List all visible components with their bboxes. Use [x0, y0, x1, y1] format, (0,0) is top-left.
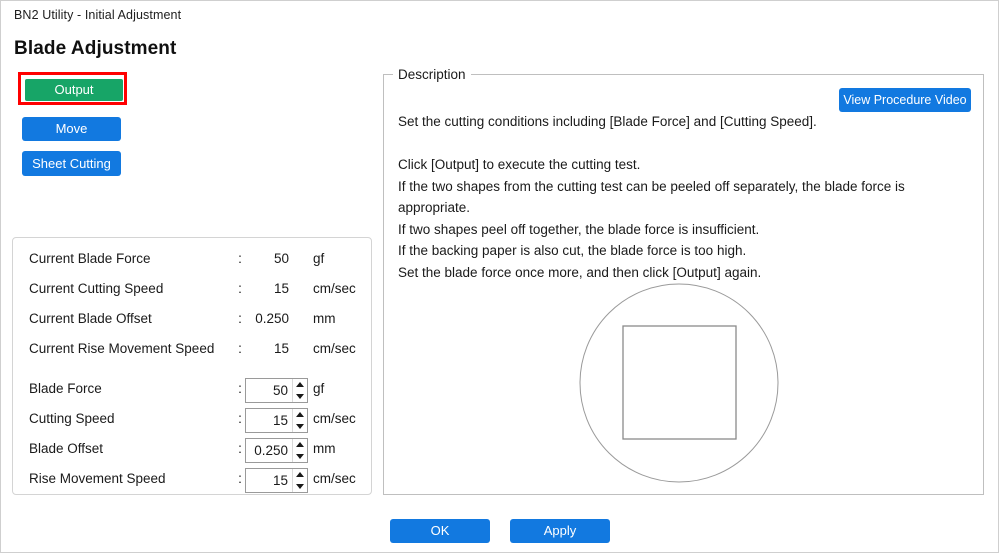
- current-rise-movement-speed-label: Current Rise Movement Speed: [29, 341, 215, 356]
- blade-offset-label: Blade Offset: [29, 441, 104, 456]
- triangle-up-icon[interactable]: [293, 469, 308, 480]
- table-row: Current Blade Offset : 0.250 mm: [13, 311, 371, 331]
- description-text: Set the cutting conditions including [Bl…: [398, 114, 905, 280]
- row-separator: :: [238, 471, 242, 486]
- table-row: Cutting Speed : cm/sec: [13, 408, 371, 433]
- blade-offset-input[interactable]: [246, 439, 291, 462]
- table-row: Current Cutting Speed : 15 cm/sec: [13, 281, 371, 301]
- current-cutting-speed-value: 15: [273, 281, 289, 296]
- current-cutting-speed-unit: cm/sec: [313, 281, 356, 296]
- cutting-test-shapes-diagram: [579, 283, 779, 483]
- output-button-focus-ring: Output: [18, 72, 127, 105]
- table-row: Current Rise Movement Speed : 15 cm/sec: [13, 341, 371, 361]
- triangle-up-icon[interactable]: [293, 439, 308, 450]
- current-rise-movement-speed-value: 15: [273, 341, 289, 356]
- description-legend: Description: [393, 67, 471, 82]
- current-blade-force-label: Current Blade Force: [29, 251, 151, 266]
- blade-force-label: Blade Force: [29, 381, 102, 396]
- current-cutting-speed-label: Current Cutting Speed: [29, 281, 164, 296]
- current-blade-force-value: 50: [273, 251, 289, 266]
- table-row: Current Blade Force : 50 gf: [13, 251, 371, 271]
- table-row: Blade Offset : mm: [13, 438, 371, 463]
- apply-button[interactable]: Apply: [510, 519, 610, 543]
- table-row: Rise Movement Speed : cm/sec: [13, 468, 371, 493]
- triangle-down-icon[interactable]: [293, 451, 308, 462]
- row-separator: :: [238, 411, 242, 426]
- cutting-speed-label: Cutting Speed: [29, 411, 115, 426]
- current-blade-offset-unit: mm: [313, 311, 336, 326]
- move-button[interactable]: Move: [22, 117, 121, 141]
- row-separator: :: [238, 441, 242, 456]
- triangle-down-icon[interactable]: [293, 481, 308, 492]
- blade-offset-spinner-buttons[interactable]: [292, 439, 307, 462]
- current-blade-offset-value: 0.250: [255, 311, 289, 326]
- rise-movement-speed-unit: cm/sec: [313, 471, 356, 486]
- window-title: BN2 Utility - Initial Adjustment: [14, 8, 182, 22]
- triangle-down-icon[interactable]: [293, 421, 308, 432]
- rise-movement-speed-label: Rise Movement Speed: [29, 471, 166, 486]
- page-title: Blade Adjustment: [14, 38, 177, 59]
- current-rise-movement-speed-unit: cm/sec: [313, 341, 356, 356]
- blade-adjustment-dialog: BN2 Utility - Initial Adjustment Blade A…: [0, 0, 999, 553]
- cutting-speed-stepper[interactable]: [245, 408, 308, 433]
- triangle-up-icon[interactable]: [293, 379, 308, 390]
- blade-offset-stepper[interactable]: [245, 438, 308, 463]
- triangle-down-icon[interactable]: [293, 391, 308, 402]
- ok-button[interactable]: OK: [390, 519, 490, 543]
- blade-force-spinner-buttons[interactable]: [292, 379, 307, 402]
- current-blade-force-unit: gf: [313, 251, 325, 266]
- cutting-speed-unit: cm/sec: [313, 411, 356, 426]
- circle-shape: [579, 283, 779, 483]
- blade-force-unit: gf: [313, 381, 325, 396]
- sheet-cutting-button[interactable]: Sheet Cutting: [22, 151, 121, 176]
- row-separator: :: [238, 381, 242, 396]
- rise-movement-speed-stepper[interactable]: [245, 468, 308, 493]
- blade-force-stepper[interactable]: [245, 378, 308, 403]
- cutting-speed-input[interactable]: [246, 409, 291, 432]
- output-button[interactable]: Output: [25, 79, 123, 101]
- rise-movement-speed-spinner-buttons[interactable]: [292, 469, 307, 492]
- blade-offset-unit: mm: [313, 441, 336, 456]
- view-procedure-video-button[interactable]: View Procedure Video: [839, 88, 971, 112]
- cutting-speed-spinner-buttons[interactable]: [292, 409, 307, 432]
- parameters-card: Current Blade Force : 50 gf Current Cutt…: [12, 237, 372, 495]
- current-blade-offset-label: Current Blade Offset: [29, 311, 152, 326]
- triangle-up-icon[interactable]: [293, 409, 308, 420]
- blade-force-input[interactable]: [246, 379, 291, 402]
- rise-movement-speed-input[interactable]: [246, 469, 291, 492]
- table-row: Blade Force : gf: [13, 378, 371, 403]
- square-shape: [622, 325, 737, 440]
